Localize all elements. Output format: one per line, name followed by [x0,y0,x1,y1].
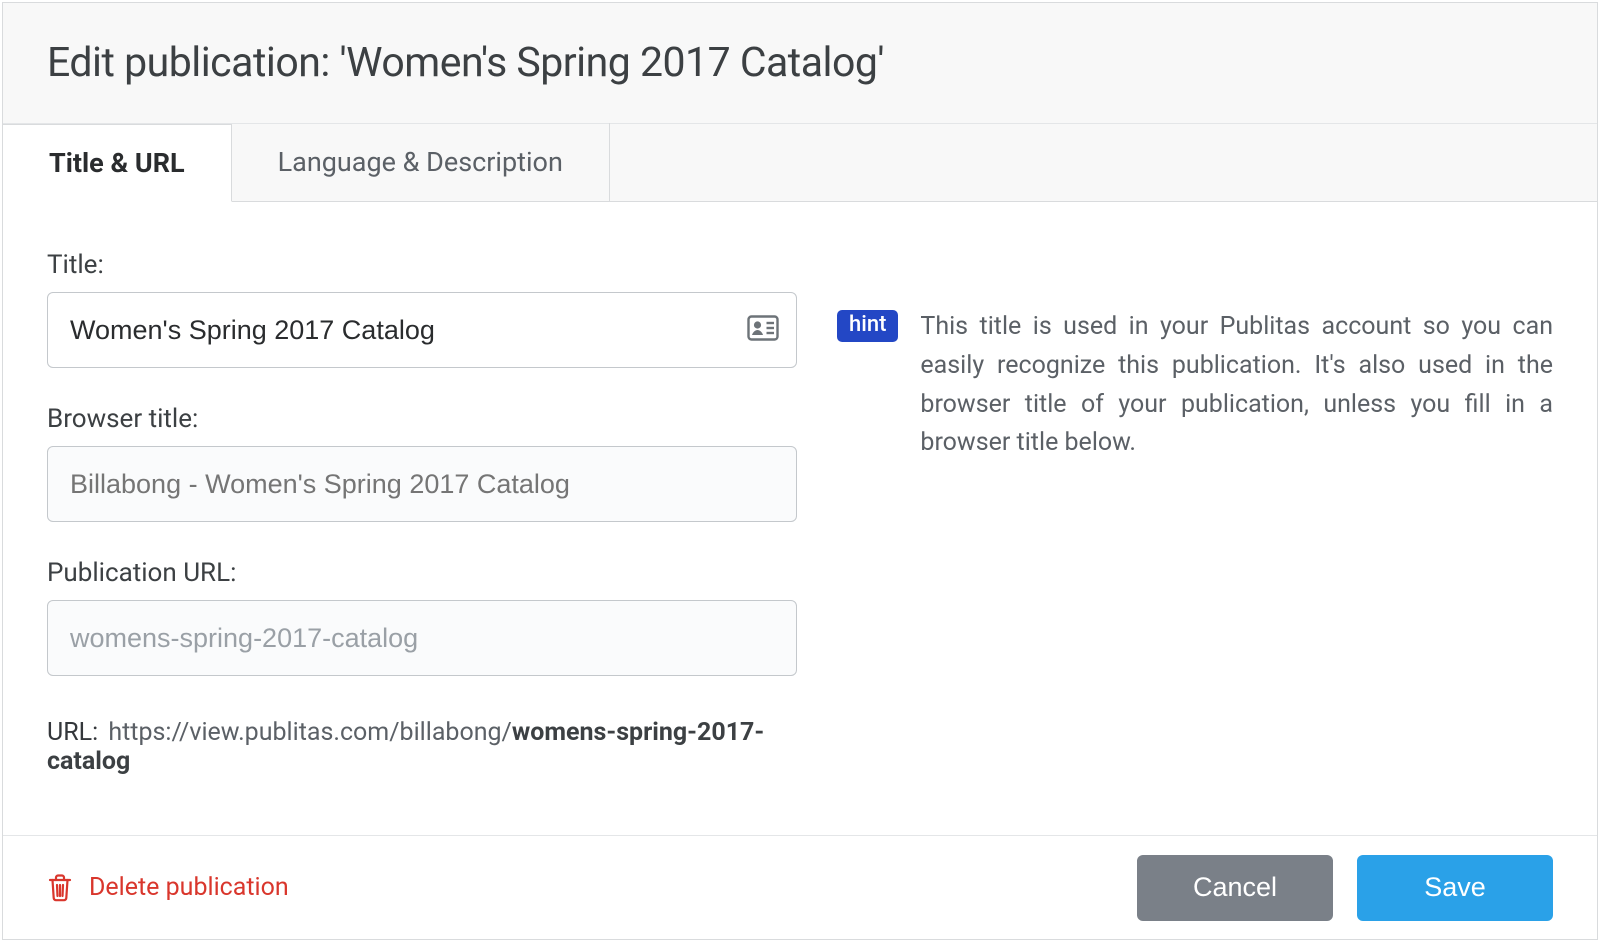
url-prefix: https://view.publitas.com/billabong/ [108,718,512,747]
save-button[interactable]: Save [1357,855,1553,921]
trash-icon [47,873,73,903]
field-publication-url: Publication URL: [47,558,797,676]
cancel-button[interactable]: Cancel [1137,855,1333,921]
browser-title-input[interactable] [47,446,797,522]
title-input-wrapper [47,292,797,368]
tab-label: Title & URL [49,147,185,179]
delete-publication-label: Delete publication [89,873,289,902]
tab-title-url[interactable]: Title & URL [3,124,232,202]
field-browser-title: Browser title: [47,404,797,522]
hint-badge: hint [837,310,898,342]
tabs-row: Title & URL Language & Description [3,124,1597,202]
modal-body: Title: [3,202,1597,835]
modal-title: Edit publication: 'Women's Spring 2017 C… [47,39,1553,87]
modal-footer: Delete publication Cancel Save [3,835,1597,939]
title-input[interactable] [47,292,797,368]
tab-language-description[interactable]: Language & Description [232,123,610,201]
hint-column: hint This title is used in your Publitas… [837,250,1553,835]
publication-url-input[interactable] [47,600,797,676]
full-url-display: URL: https://view.publitas.com/billabong… [47,718,797,776]
browser-title-label: Browser title: [47,404,797,434]
tab-label: Language & Description [278,146,563,178]
hint-text: This title is used in your Publitas acco… [920,308,1553,463]
title-label: Title: [47,250,797,280]
delete-publication-link[interactable]: Delete publication [47,873,289,903]
field-title: Title: [47,250,797,368]
form-column: Title: [47,250,797,835]
modal-header: Edit publication: 'Women's Spring 2017 C… [3,3,1597,124]
publication-url-label: Publication URL: [47,558,797,588]
url-inline-label: URL: [47,718,98,747]
id-card-icon [747,315,779,345]
edit-publication-modal: Edit publication: 'Women's Spring 2017 C… [2,2,1598,940]
footer-buttons: Cancel Save [1137,855,1553,921]
